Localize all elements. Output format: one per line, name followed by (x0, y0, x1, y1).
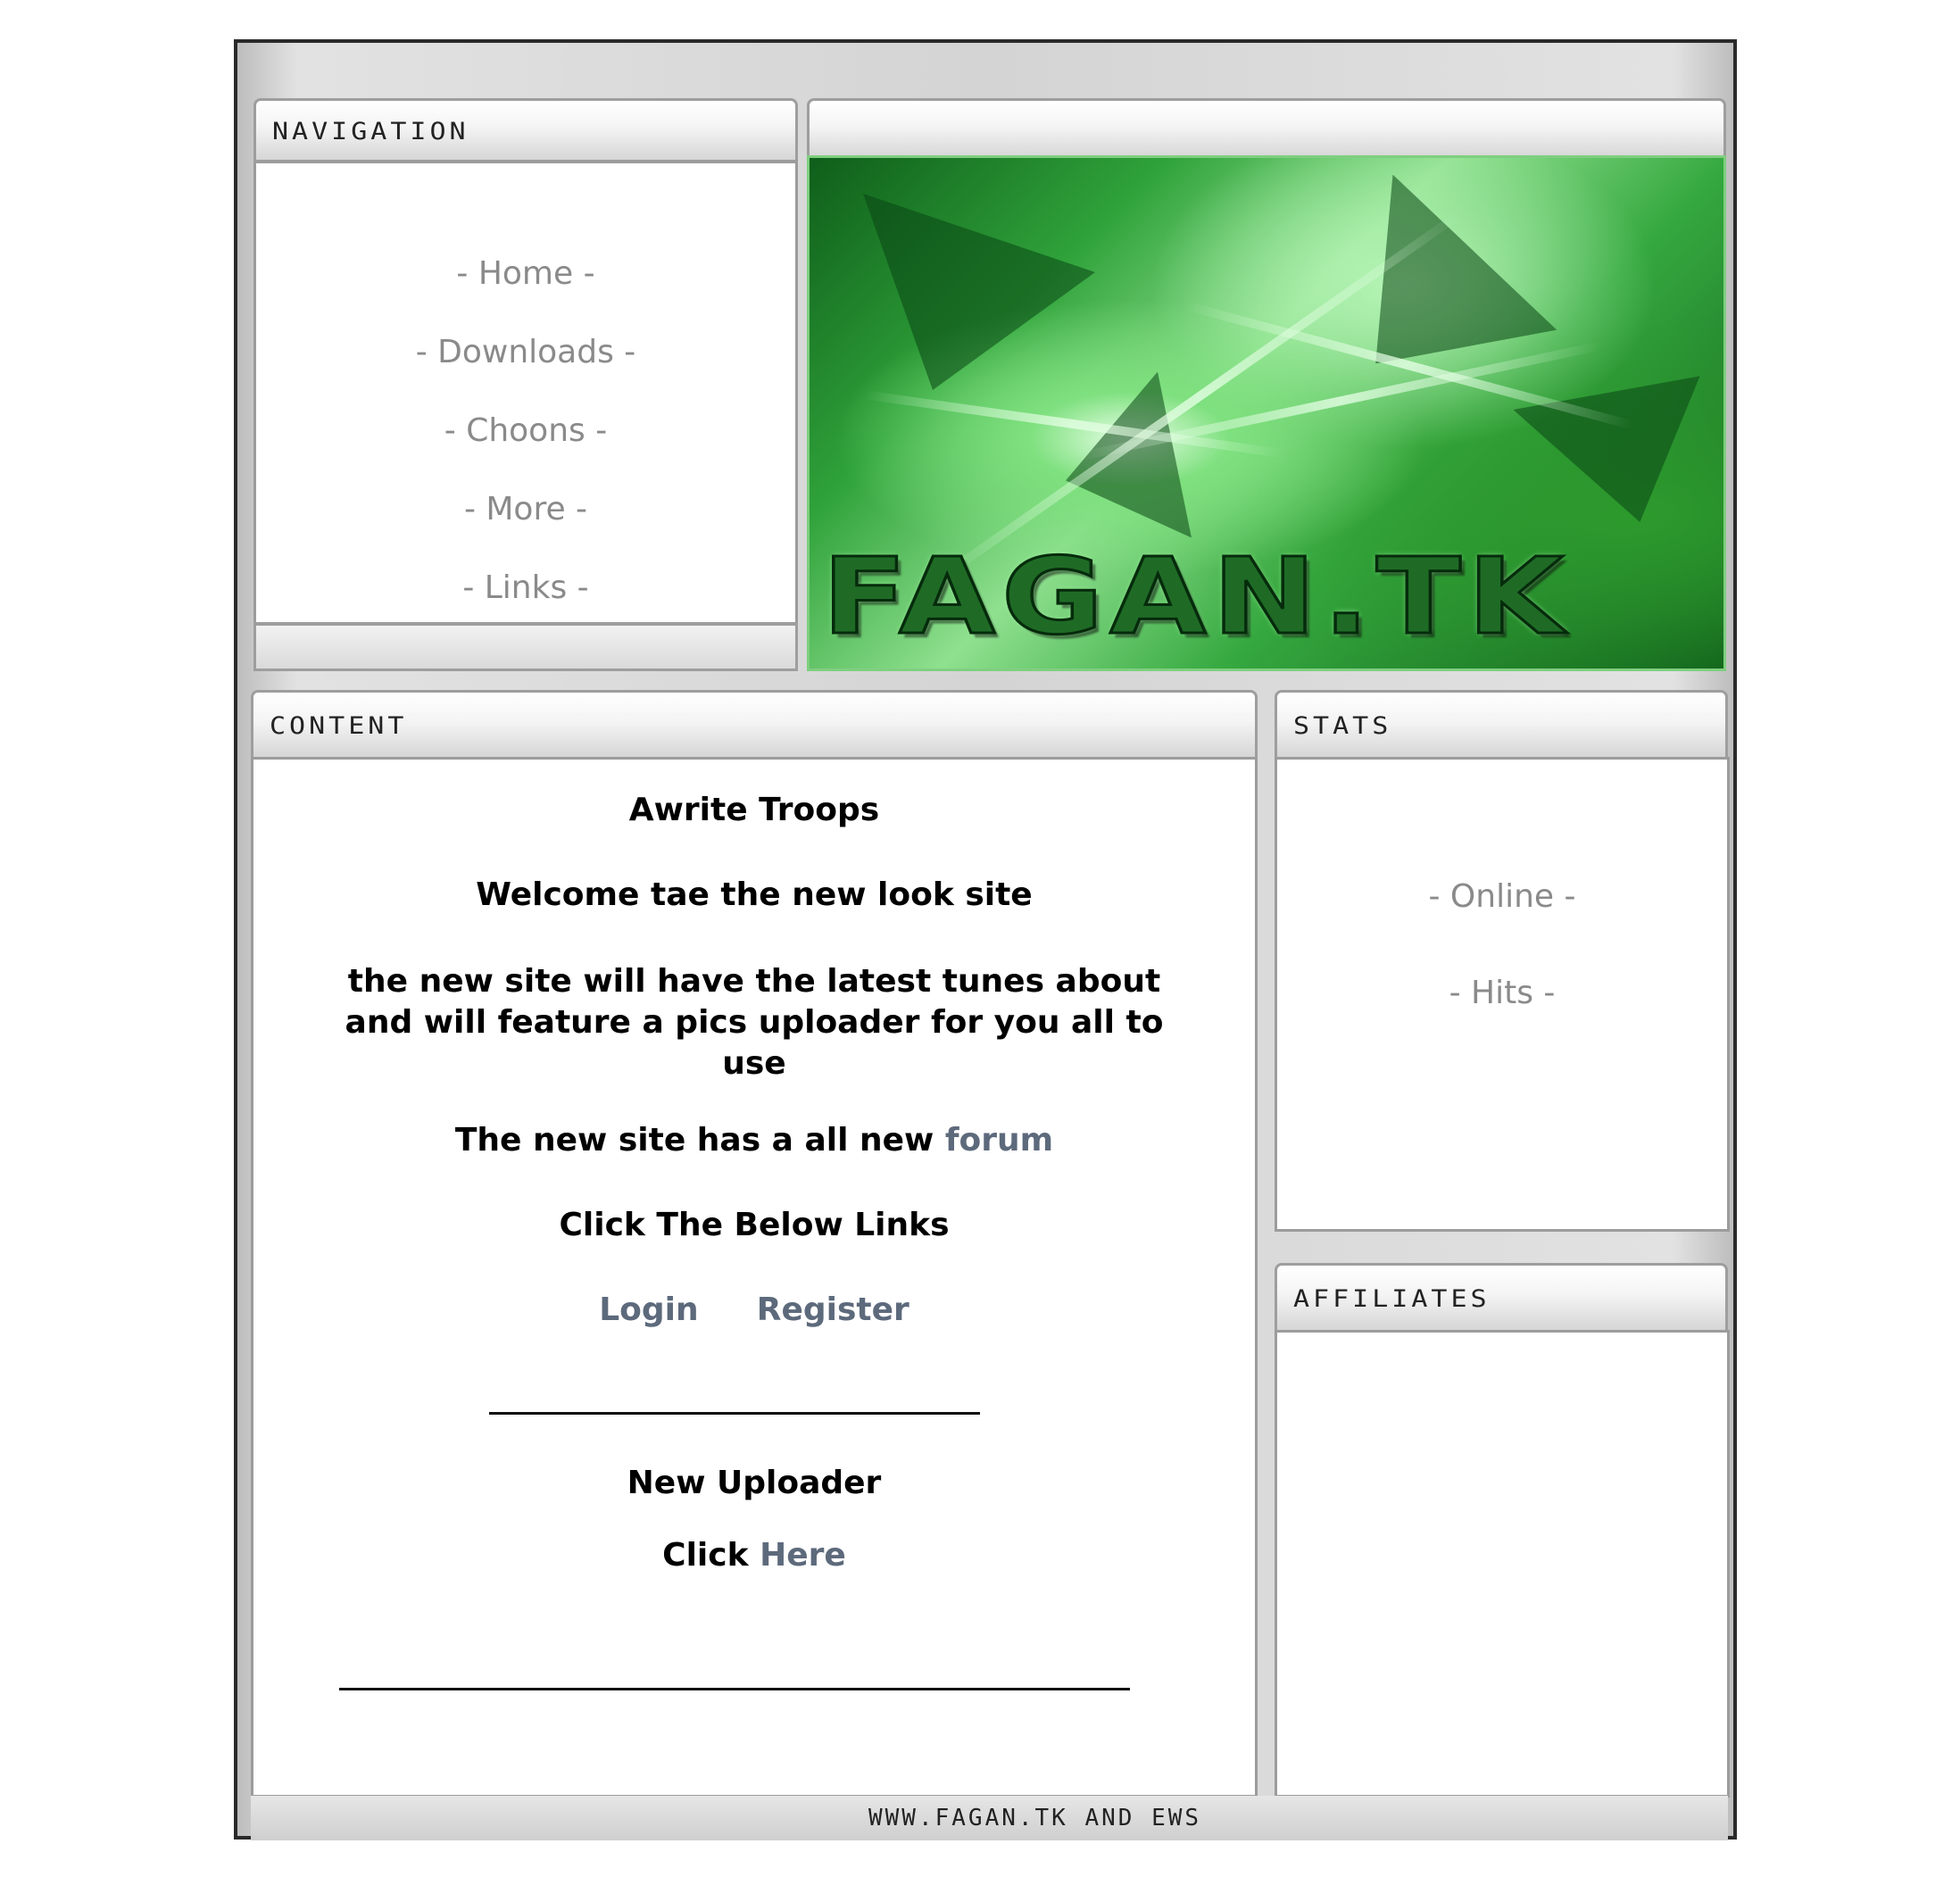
login-link[interactable]: Login (599, 1291, 698, 1328)
navigation-header: NAVIGATION (253, 98, 798, 162)
uploader-click-line: Click Here (253, 1537, 1255, 1574)
forum-link[interactable]: forum (945, 1122, 1053, 1159)
auth-links: Login Register (253, 1291, 1255, 1328)
forum-prefix: The new site has a all new (454, 1122, 945, 1159)
uploader-section: New Uploader Click Here (253, 1465, 1255, 1574)
navigation-panel: - Home - - Downloads - - Choons - - More… (253, 161, 798, 625)
content-title: CONTENT (270, 711, 408, 741)
content-click-links: Click The Below Links (559, 1207, 950, 1243)
nav-link-home[interactable]: - Home - (256, 235, 795, 313)
content-forum-line: The new site has a all new forum (253, 1122, 1255, 1159)
content-panel: Awrite Troops Welcome tae the new look s… (251, 757, 1258, 1798)
content-description: the new site will have the latest tunes … (345, 963, 1164, 1082)
navigation-title: NAVIGATION (272, 117, 469, 146)
affiliates-header: AFFILIATES (1275, 1263, 1728, 1333)
banner-image: FAGAN.TK (807, 155, 1726, 671)
stats-header: STATS (1275, 690, 1728, 760)
nav-link-more[interactable]: - More - (256, 470, 795, 549)
here-link[interactable]: Here (760, 1537, 846, 1574)
navigation-footer (253, 623, 798, 671)
stat-online: - Online - (1428, 878, 1576, 915)
divider-short (489, 1412, 980, 1415)
divider-long (339, 1688, 1130, 1690)
nav-link-downloads[interactable]: - Downloads - (256, 313, 795, 392)
footer-credits: WWW.FAGAN.TK AND EWS (868, 1805, 1202, 1831)
uploader-heading: New Uploader (627, 1465, 882, 1501)
stat-hits: - Hits - (1449, 975, 1556, 1011)
nav-link-choons[interactable]: - Choons - (256, 392, 795, 470)
nav-link-links[interactable]: - Links - (256, 549, 795, 627)
content-header: CONTENT (251, 690, 1258, 760)
banner-header (807, 98, 1726, 161)
affiliates-panel (1275, 1330, 1730, 1798)
site-logo: FAGAN.TK (820, 534, 1570, 660)
stats-title: STATS (1293, 711, 1392, 741)
click-prefix: Click (662, 1537, 760, 1574)
content-heading: Awrite Troops (628, 792, 880, 828)
content-body: Awrite Troops Welcome tae the new look s… (253, 792, 1255, 1328)
stats-panel: - Online - - Hits - (1275, 757, 1730, 1232)
content-welcome: Welcome tae the new look site (476, 876, 1033, 913)
affiliates-title: AFFILIATES (1293, 1284, 1491, 1314)
register-link[interactable]: Register (757, 1291, 909, 1328)
